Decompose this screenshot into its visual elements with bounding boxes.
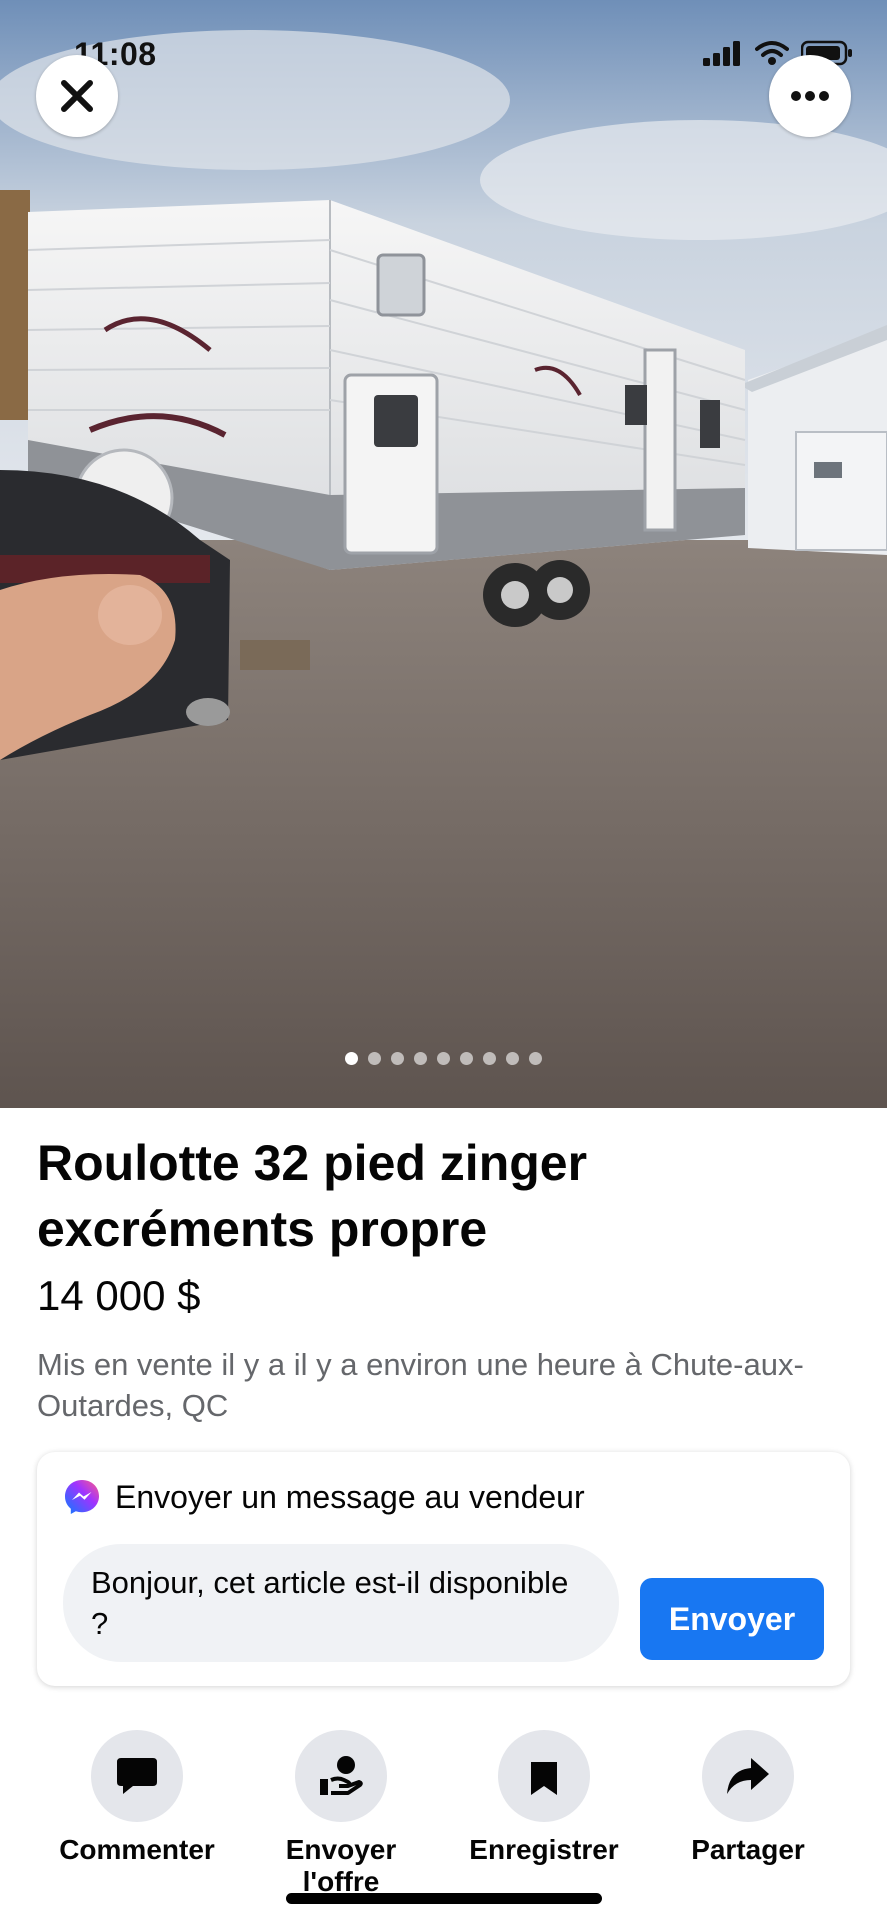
carousel-dot[interactable] — [437, 1052, 450, 1065]
message-input[interactable]: Bonjour, cet article est-il disponible ? — [63, 1544, 619, 1662]
listing-photo[interactable]: 11:08 — [0, 0, 887, 1108]
listing-meta: Mis en vente il y a il y a environ une h… — [37, 1347, 804, 1423]
carousel-dot[interactable] — [529, 1052, 542, 1065]
more-icon — [791, 91, 829, 101]
signal-icon — [703, 41, 740, 66]
send-offer-icon — [320, 1756, 363, 1795]
messenger-icon — [65, 1480, 99, 1514]
comment-icon — [117, 1758, 157, 1794]
share-action[interactable]: Partager — [648, 1730, 848, 1866]
send-offer-action[interactable]: Envoyer l'offre — [241, 1730, 441, 1898]
close-icon — [61, 80, 93, 112]
close-button[interactable] — [36, 55, 118, 137]
carousel-indicator — [0, 1052, 887, 1065]
comment-action[interactable]: Commenter — [37, 1730, 237, 1866]
more-options-button[interactable] — [769, 55, 851, 137]
action-bar: Commenter Envoyer l'offre Enregistrer Pa… — [0, 1730, 887, 1897]
save-button[interactable] — [498, 1730, 590, 1822]
carousel-dot[interactable] — [414, 1052, 427, 1065]
send-button[interactable]: Envoyer — [640, 1578, 824, 1660]
wifi-icon — [755, 41, 789, 65]
trailer-photo — [0, 0, 887, 1108]
comment-button[interactable] — [91, 1730, 183, 1822]
share-button[interactable] — [702, 1730, 794, 1822]
message-seller-card: Envoyer un message au vendeur Bonjour, c… — [37, 1452, 850, 1686]
save-action[interactable]: Enregistrer — [444, 1730, 644, 1866]
send-offer-label: Envoyer l'offre — [285, 1834, 397, 1897]
carousel-dot[interactable] — [368, 1052, 381, 1065]
share-icon — [727, 1758, 769, 1794]
status-bar: 11:08 — [0, 0, 887, 110]
listing-title: Roulotte 32 pied zinger excréments propr… — [37, 1135, 588, 1257]
share-label: Partager — [691, 1834, 805, 1865]
send-offer-button[interactable] — [295, 1730, 387, 1822]
bookmark-icon — [531, 1757, 557, 1795]
carousel-dot[interactable] — [345, 1052, 358, 1065]
comment-label: Commenter — [59, 1834, 215, 1865]
message-header-text: Envoyer un message au vendeur — [115, 1478, 585, 1515]
save-label: Enregistrer — [469, 1834, 619, 1865]
message-header: Envoyer un message au vendeur — [63, 1478, 585, 1516]
listing-details: Roulotte 32 pied zinger excréments propr… — [37, 1130, 852, 1426]
carousel-dot[interactable] — [483, 1052, 496, 1065]
home-indicator[interactable] — [286, 1893, 602, 1904]
carousel-dot[interactable] — [460, 1052, 473, 1065]
carousel-dot[interactable] — [391, 1052, 404, 1065]
carousel-dot[interactable] — [506, 1052, 519, 1065]
listing-price: 14 000 $ — [37, 1272, 201, 1319]
